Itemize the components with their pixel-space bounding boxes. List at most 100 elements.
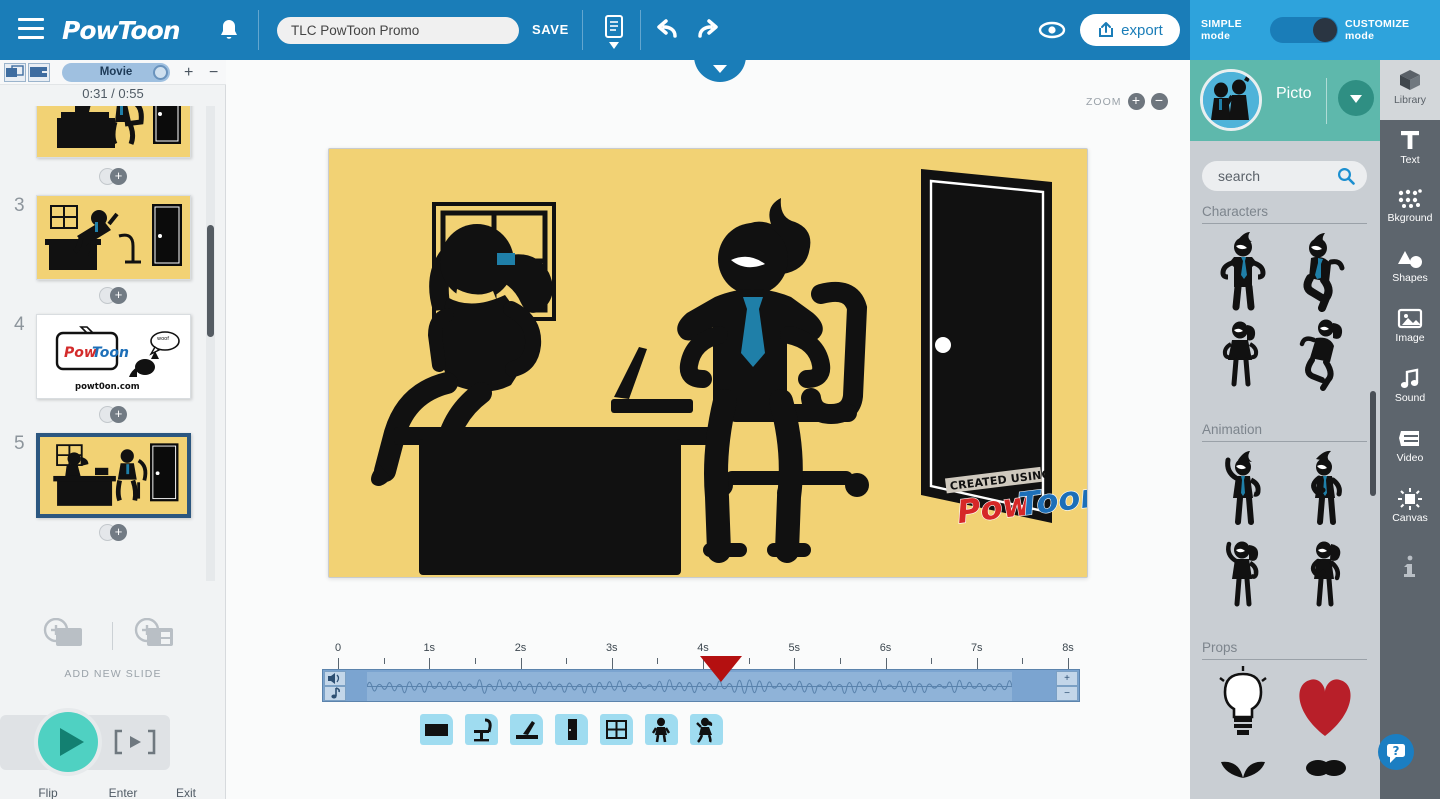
mode-toggle-switch[interactable] [1270, 17, 1338, 43]
timeline-tick-label: 6s [879, 642, 892, 654]
text-t-icon [1380, 128, 1440, 152]
window-icon[interactable] [600, 714, 633, 745]
zoom-in-button[interactable]: + [1127, 93, 1145, 110]
collapse-header-tab[interactable] [694, 56, 746, 82]
list-item[interactable]: 5 [14, 433, 191, 518]
timeline-playhead[interactable] [699, 656, 742, 682]
enter-control-group: Enter [92, 786, 154, 799]
speaker-icon[interactable] [324, 671, 346, 686]
timeline-tick-label: 7s [970, 642, 983, 654]
undo-arrow-icon[interactable] [655, 18, 683, 42]
desk-icon[interactable] [420, 714, 453, 745]
list-item[interactable]: 3 [14, 195, 191, 280]
export-button-label: export [1121, 21, 1163, 39]
slide-thumbnail-5-selected[interactable] [36, 433, 191, 518]
man-character-icon[interactable] [645, 714, 678, 745]
audio-waveform[interactable] [367, 672, 1012, 701]
add-new-slide-zone: ADD NEW SLIDE [0, 608, 226, 688]
office-chair-icon[interactable] [465, 714, 498, 745]
slides-toolbar: Movie + − [0, 60, 226, 85]
add-slide-between-icon[interactable]: + [99, 168, 129, 185]
slide-thumbnail-2[interactable] [36, 106, 191, 158]
man-hands-on-hips[interactable] [1202, 230, 1284, 312]
eye-preview-icon[interactable] [1038, 18, 1066, 42]
timeline-minor-tick [839, 658, 841, 664]
zoom-out-button[interactable]: − [1150, 93, 1168, 110]
laptop-icon[interactable] [510, 714, 543, 745]
slides-zoom-in-button[interactable]: + [184, 63, 193, 82]
svg-text:?: ? [1393, 744, 1400, 758]
list-item[interactable]: 4 Pow Toon woof powt0on.com [14, 314, 191, 399]
add-slide-between-icon[interactable]: + [99, 287, 129, 304]
mode-toggle-knob [1313, 18, 1337, 42]
rail-item-library[interactable]: Library [1380, 60, 1440, 120]
library-scrollbar-thumb[interactable] [1370, 391, 1376, 496]
hamburger-menu-icon[interactable] [18, 18, 44, 40]
rail-item-text[interactable]: Text [1380, 120, 1440, 180]
timeline-minor-tick [383, 658, 385, 664]
lightbulb[interactable] [1202, 666, 1284, 748]
exit-control-group: Exit [155, 786, 217, 799]
list-item[interactable] [36, 106, 191, 158]
timeline-zoom-out-button[interactable]: − [1056, 686, 1078, 701]
notification-bell-icon[interactable] [218, 18, 240, 44]
slide-canvas[interactable]: CREATED USING Pow Toon [328, 148, 1088, 578]
woman-hands-on-hips[interactable] [1202, 312, 1284, 394]
rail-item-image[interactable]: Image [1380, 300, 1440, 360]
rail-item-shapes[interactable]: Shapes [1380, 240, 1440, 300]
search-icon[interactable] [1337, 167, 1355, 185]
timeline-minor-tick [566, 658, 568, 664]
project-title-input[interactable] [277, 17, 519, 44]
man-hand-raised[interactable] [1202, 448, 1284, 530]
slides-zoom-out-button[interactable]: − [209, 63, 218, 82]
help-chat-button[interactable]: ? [1378, 734, 1414, 770]
timeline-zoom-in-button[interactable]: + [1056, 671, 1078, 686]
powtoon-editor-app: PowToon /* value set below too */ SAVE [0, 0, 1440, 799]
save-button[interactable]: SAVE [532, 22, 569, 37]
add-slide-between-icon[interactable]: + [99, 406, 129, 423]
woman-character-icon[interactable] [690, 714, 723, 745]
man-thinking[interactable] [1284, 448, 1366, 530]
header-divider-2 [582, 10, 583, 50]
rail-item-bkground[interactable]: Bkground [1380, 180, 1440, 240]
slides-view-icon[interactable] [4, 63, 26, 82]
rail-label: Canvas [1392, 512, 1428, 524]
woman-thinking[interactable] [1284, 530, 1366, 612]
rail-item-canvas[interactable]: Canvas [1380, 480, 1440, 540]
timeline-tick-label: 4s [697, 642, 709, 654]
add-blank-slide-icon[interactable] [42, 618, 88, 652]
slide-thumbnail-3[interactable] [36, 195, 191, 280]
woman-leaning-waving[interactable] [1284, 312, 1366, 394]
music-note-icon[interactable] [324, 686, 346, 701]
picto-characters-avatar [1200, 69, 1262, 131]
door-icon[interactable] [555, 714, 588, 745]
slide-thumbnail-4[interactable]: Pow Toon woof powt0on.com [36, 314, 191, 399]
tools-rail: Library Text Bkground Shapes Image Sound… [1380, 60, 1440, 799]
shapes-icon [1380, 248, 1440, 270]
canvas-zoom-controls: ZOOM + − [1086, 93, 1168, 110]
add-slide-between-icon[interactable]: + [99, 524, 129, 541]
redo-arrow-icon[interactable] [692, 18, 720, 42]
enter-label: Enter [108, 786, 138, 799]
section-grid [1202, 666, 1367, 799]
movie-view-toggle[interactable]: Movie [62, 63, 170, 82]
canvas-desk [394, 427, 724, 575]
rail-item-sound[interactable]: Sound [1380, 360, 1440, 420]
document-icon[interactable] [598, 14, 630, 52]
export-button[interactable]: export [1080, 14, 1180, 46]
add-template-slide-icon[interactable] [133, 618, 179, 652]
storyboard-view-icon[interactable] [28, 63, 50, 82]
play-this-slide-button[interactable] [112, 725, 158, 759]
heart[interactable] [1284, 666, 1366, 748]
rail-item-info[interactable] [1380, 540, 1440, 600]
timeline-tick [976, 658, 978, 669]
timeline-minor-tick [474, 658, 476, 664]
man-leaning-pointing[interactable] [1284, 230, 1366, 312]
library-search[interactable] [1202, 161, 1367, 191]
flower[interactable] [1284, 748, 1366, 799]
theme-dropdown-button[interactable] [1338, 80, 1374, 116]
play-button[interactable] [38, 712, 98, 772]
plant[interactable] [1202, 748, 1284, 799]
rail-item-video[interactable]: Video [1380, 420, 1440, 480]
woman-hand-raised[interactable] [1202, 530, 1284, 612]
